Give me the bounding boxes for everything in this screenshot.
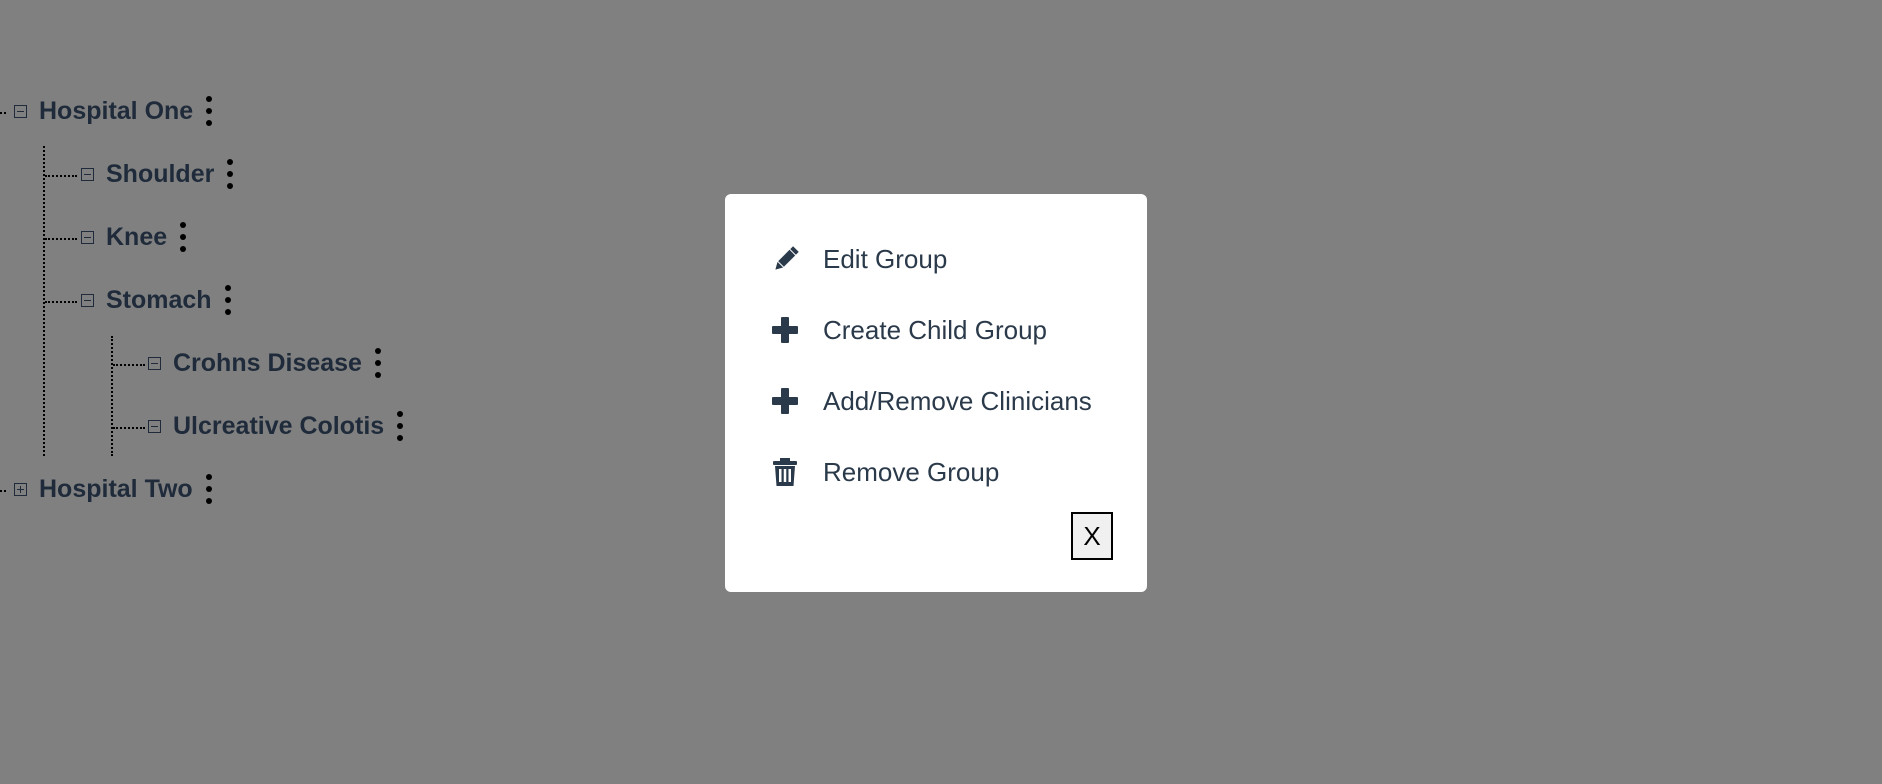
kebab-menu-icon[interactable] <box>374 348 382 378</box>
menu-item-label: Remove Group <box>823 456 1000 487</box>
tree-node-stomach: Stomach <box>81 282 232 318</box>
collapse-icon[interactable] <box>81 230 94 244</box>
kebab-menu-icon[interactable] <box>396 411 404 441</box>
tree-node-label[interactable]: Ulcreative Colotis <box>173 412 384 441</box>
tree-connector <box>111 336 113 456</box>
add-remove-clinicians-button[interactable]: Add/Remove Clinicians <box>771 385 1092 417</box>
tree-node-ulcreative-colotis: Ulcreative Colotis <box>148 408 404 444</box>
collapse-icon[interactable] <box>81 167 94 181</box>
tree-node-label[interactable]: Crohns Disease <box>173 349 362 378</box>
tree-node-crohns-disease: Crohns Disease <box>148 345 382 381</box>
tree-node-hospital-two: Hospital Two <box>14 471 213 507</box>
plus-icon <box>771 385 803 417</box>
collapse-icon[interactable] <box>81 293 94 307</box>
collapse-icon[interactable] <box>148 419 161 433</box>
kebab-menu-icon[interactable] <box>226 159 234 189</box>
collapse-icon[interactable] <box>148 356 161 370</box>
menu-item-label: Create Child Group <box>823 314 1047 345</box>
kebab-menu-icon[interactable] <box>224 285 232 315</box>
tree-connector <box>0 112 6 114</box>
plus-icon <box>771 314 803 346</box>
tree-node-label[interactable]: Hospital One <box>39 97 193 126</box>
trash-icon <box>771 456 803 488</box>
kebab-menu-icon[interactable] <box>179 222 187 252</box>
remove-group-button[interactable]: Remove Group <box>771 456 999 488</box>
tree-connector <box>45 301 77 303</box>
tree-node-shoulder: Shoulder <box>81 156 234 192</box>
tree-node-label[interactable]: Hospital Two <box>39 475 193 504</box>
tree-connector <box>113 364 145 366</box>
group-actions-modal: Edit Group Create Child Group Add/Remove… <box>725 194 1147 592</box>
tree-node-hospital-one: Hospital One <box>14 93 213 129</box>
tree-connector <box>45 238 77 240</box>
kebab-menu-icon[interactable] <box>205 96 213 126</box>
tree-node-label[interactable]: Shoulder <box>106 160 214 189</box>
close-button[interactable]: X <box>1071 512 1113 560</box>
pencil-icon <box>771 243 803 275</box>
edit-group-button[interactable]: Edit Group <box>771 243 947 275</box>
tree-connector <box>45 175 77 177</box>
menu-item-label: Edit Group <box>823 243 948 274</box>
tree-node-knee: Knee <box>81 219 187 255</box>
tree-node-label[interactable]: Knee <box>106 223 167 252</box>
group-tree: Hospital One Shoulder Knee Stomach Crohn… <box>0 0 600 784</box>
menu-item-label: Add/Remove Clinicians <box>823 385 1092 416</box>
collapse-icon[interactable] <box>14 104 27 118</box>
create-child-group-button[interactable]: Create Child Group <box>771 314 1047 346</box>
tree-node-label[interactable]: Stomach <box>106 286 212 315</box>
tree-connector <box>113 427 145 429</box>
kebab-menu-icon[interactable] <box>205 474 213 504</box>
expand-icon[interactable] <box>14 482 27 496</box>
tree-connector <box>0 490 6 492</box>
